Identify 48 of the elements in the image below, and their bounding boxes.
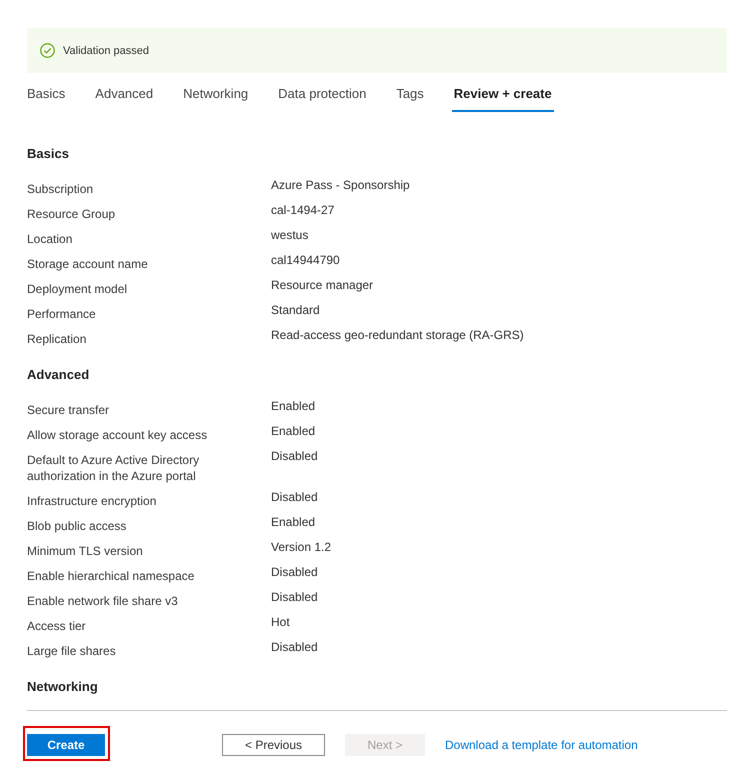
- section-heading: Advanced: [27, 366, 90, 384]
- field-value: Read-access geo-redundant storage (RA-GRS): [271, 327, 525, 343]
- field-label: Performance: [27, 306, 97, 323]
- field-label: Large file shares: [27, 643, 117, 660]
- tab[interactable]: Advanced: [93, 85, 156, 112]
- tab[interactable]: Tags: [394, 85, 426, 112]
- nav-button[interactable]: < Previous: [222, 734, 325, 756]
- field-value: Hot: [271, 614, 291, 630]
- field-value: Enabled: [271, 423, 316, 439]
- field-value: westus: [271, 227, 310, 243]
- field-value: Disabled: [271, 564, 319, 580]
- create-button[interactable]: Create: [27, 734, 105, 756]
- field-label: Deployment model: [27, 281, 128, 298]
- field-value: Disabled: [271, 589, 319, 605]
- tab[interactable]: Review + create: [452, 85, 554, 112]
- field-value: Disabled: [271, 489, 319, 505]
- tab[interactable]: Basics: [25, 85, 68, 112]
- template-link[interactable]: Download a template for automation: [445, 738, 638, 752]
- field-value: cal-1494-27: [271, 202, 336, 218]
- field-value: Standard: [271, 302, 321, 318]
- field-value: Enabled: [271, 398, 316, 414]
- field-value: cal14944790: [271, 252, 341, 268]
- field-value: Resource manager: [271, 277, 374, 293]
- field-label: Subscription: [27, 181, 94, 198]
- check-circle-icon: [40, 43, 55, 58]
- field-value: Disabled: [271, 639, 319, 655]
- tab[interactable]: Networking: [181, 85, 250, 112]
- field-label: Location: [27, 231, 74, 248]
- field-label: Access tier: [27, 618, 87, 635]
- field-label: Allow storage account key access: [27, 427, 208, 444]
- field-value: Azure Pass - Sponsorship: [271, 177, 411, 193]
- field-label: Secure transfer: [27, 402, 110, 419]
- section-heading: Networking: [27, 678, 99, 696]
- field-value: Disabled: [271, 448, 319, 464]
- field-label: Infrastructure encryption: [27, 493, 158, 510]
- tab[interactable]: Data protection: [276, 85, 368, 112]
- field-label: Enable hierarchical namespace: [27, 568, 196, 585]
- section-heading: Basics: [27, 145, 70, 163]
- field-label: Enable network file share v3: [27, 593, 179, 610]
- field-value: Enabled: [271, 514, 316, 530]
- field-label: Storage account name: [27, 256, 149, 273]
- field-label: Replication: [27, 331, 88, 348]
- field-value: Version 1.2: [271, 539, 332, 555]
- field-label: Blob public access: [27, 518, 128, 535]
- field-label: Default to Azure Active Directory authorization in the Azure portal: [27, 452, 200, 485]
- field-label: Minimum TLS version: [27, 543, 144, 560]
- banner-message: Validation passed: [63, 44, 150, 56]
- field-label: Resource Group: [27, 206, 116, 223]
